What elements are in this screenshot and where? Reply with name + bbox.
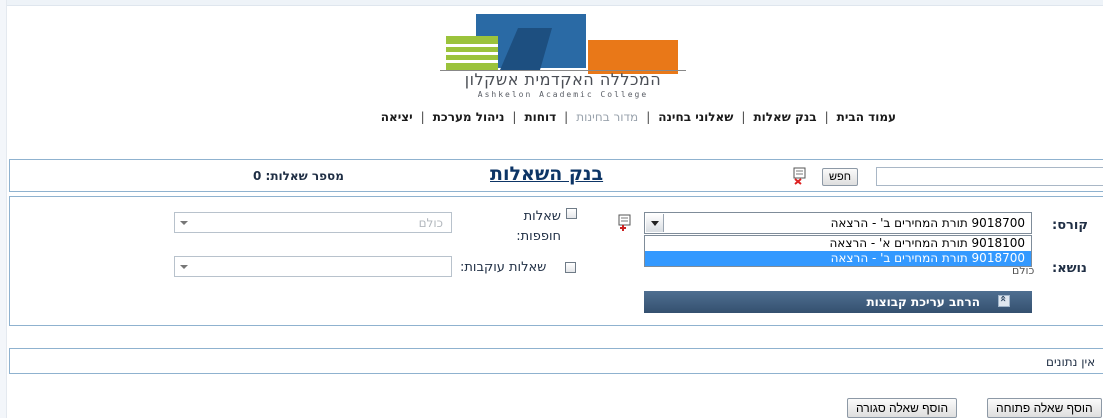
add-closed-question-button[interactable]: הוסף שאלה סגורה	[847, 398, 958, 418]
left-border	[0, 0, 7, 418]
following-questions-checkbox[interactable]	[565, 262, 576, 273]
nav-separator: |	[824, 110, 829, 124]
optional-questions-combo[interactable]: כולם	[174, 212, 452, 233]
nav-exit[interactable]: יציאה	[381, 110, 413, 124]
nav-system-admin[interactable]: ניהול מערכת	[433, 110, 505, 124]
combo-value: כולם	[418, 216, 443, 230]
chevron-down-icon[interactable]	[646, 214, 664, 232]
chevron-down-icon[interactable]	[180, 221, 188, 225]
nav-exam-forms[interactable]: שאלוני בחינה	[658, 110, 733, 124]
nav-home[interactable]: עמוד הבית	[837, 110, 896, 124]
nav-reports[interactable]: דוחות	[524, 110, 556, 124]
add-open-question-button[interactable]: הוסף שאלה פתוחה	[987, 398, 1102, 418]
main-nav: עמוד הבית | בנק שאלות | שאלוני בחינה | מדור בח…	[381, 110, 896, 124]
following-questions-combo[interactable]	[174, 256, 452, 277]
expand-icon	[998, 295, 1010, 307]
following-questions-label: שאלות עוקבות:	[460, 260, 547, 275]
nav-question-bank[interactable]: בנק שאלות	[753, 110, 816, 124]
optional-questions-label: שאלות חופפות:	[516, 209, 561, 244]
results-panel	[9, 348, 1103, 374]
nav-separator: |	[646, 110, 651, 124]
optional-questions-checkbox[interactable]	[566, 208, 577, 219]
nav-exam-department: מדור בחינות	[576, 110, 639, 124]
course-dropdown-list[interactable]: 9018100 תורת המחירים א' - הרצאה 9018700 …	[644, 235, 1032, 267]
top-border	[0, 0, 1103, 6]
course-option-selected[interactable]: 9018700 תורת המחירים ב' - הרצאה	[645, 251, 1031, 266]
nav-separator: |	[512, 110, 517, 124]
search-button[interactable]: חפש	[822, 168, 858, 186]
logo-hebrew-text: המכללה האקדמית אשקלון	[464, 70, 662, 89]
no-data-text: אין נתונים	[1046, 355, 1096, 369]
page-title: בנק השאלות	[490, 163, 604, 185]
clear-filter-icon[interactable]	[792, 167, 808, 185]
question-count: מספר שאלות: 0	[253, 169, 344, 183]
add-note-icon[interactable]	[617, 214, 633, 232]
search-input[interactable]	[876, 167, 1103, 186]
course-selected-value: 9018700 תורת המחירים ב' - הרצאה	[830, 216, 1025, 230]
nav-separator: |	[741, 110, 746, 124]
nav-separator: |	[420, 110, 425, 124]
expand-groups-label: הרחב עריכת קבוצות	[866, 295, 980, 309]
chevron-down-icon[interactable]	[180, 265, 188, 269]
logo-english-text: Ashkelon Academic College	[477, 90, 649, 99]
course-option[interactable]: 9018100 תורת המחירים א' - הרצאה	[645, 236, 1031, 251]
course-label: קורס:	[1052, 218, 1088, 233]
topic-label: נושא:	[1052, 261, 1087, 276]
nav-separator: |	[564, 110, 569, 124]
course-select[interactable]: 9018700 תורת המחירים ב' - הרצאה	[644, 212, 1032, 234]
expand-groups-button[interactable]: הרחב עריכת קבוצות	[644, 291, 1032, 313]
